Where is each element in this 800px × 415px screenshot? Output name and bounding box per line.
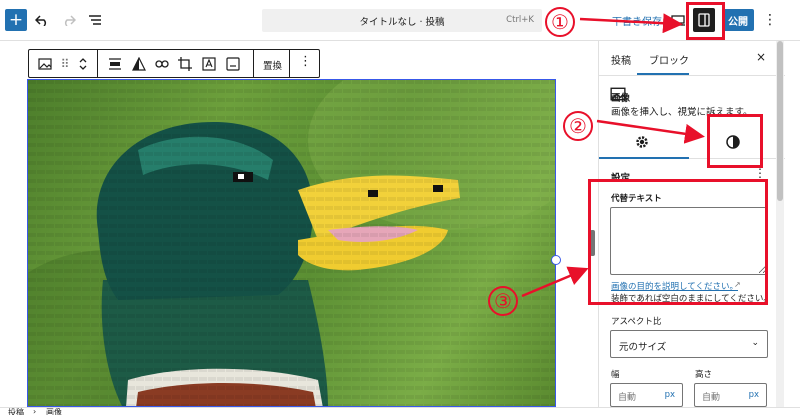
annotation-arrows [521,13,705,298]
arrow-2 [596,119,705,144]
arrow-1 [579,13,683,34]
arrow-3 [521,266,589,298]
